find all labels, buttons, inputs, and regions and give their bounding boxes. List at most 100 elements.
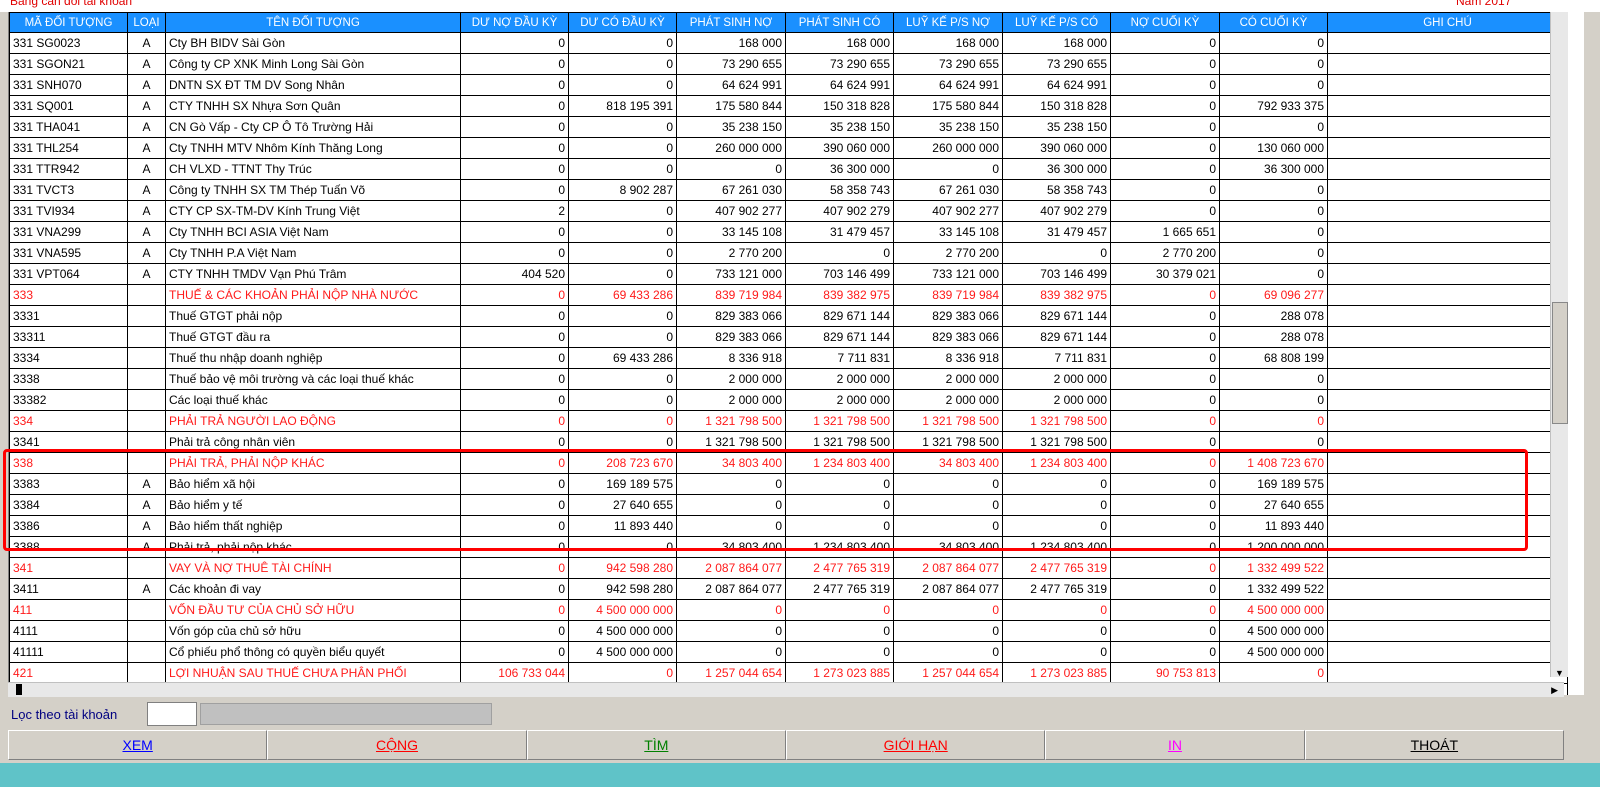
cell-amount: 168 000 [676, 32, 786, 54]
cell-code: 341 [9, 557, 128, 579]
cell-amount: 8 336 918 [676, 347, 786, 369]
table-row[interactable]: 331 VNA299 A Cty TNHH BCI ASIA Việt Nam 0 0 3… [9, 221, 1568, 243]
table-row[interactable]: 341 VAY VÀ NỢ THUÊ TÀI CHÍNH 0 942 598 280 2… [9, 557, 1568, 579]
table-row[interactable]: 331 THA041 A CN Gò Vấp - Cty CP Ô Tô Trườn… [9, 116, 1568, 138]
limit-button[interactable]: GIỚI HẠN [785, 730, 1046, 760]
column-header[interactable]: MÃ ĐỐI TƯỢNG [9, 12, 128, 33]
cell-name: VAY VÀ NỢ THUÊ TÀI CHÍNH [165, 557, 461, 579]
cell-amount: 829 383 066 [893, 305, 1003, 327]
column-header[interactable]: LUỸ KẾ P/S CÓ [1002, 12, 1111, 33]
horizontal-scroll-thumb[interactable] [16, 684, 22, 695]
table-row[interactable]: 33382 Các loại thuế khác 0 0 2 000 000 2 000 … [9, 389, 1568, 411]
cell-amount: 0 [568, 662, 677, 684]
cell-amount: 168 000 [893, 32, 1003, 54]
column-header[interactable]: DƯ CÓ ĐẦU KỲ [568, 12, 677, 33]
table-row[interactable]: 3388 A Phải trả, phải nộp khác 0 0 34 803 400… [9, 536, 1568, 558]
column-header[interactable]: DƯ NỢ ĐẦU KỲ [460, 12, 569, 33]
cell-note [1327, 347, 1568, 369]
table-row[interactable]: 331 THL254 A Cty TNHH MTV Nhôm Kính Thăng … [9, 137, 1568, 159]
cell-code: 331 VPT064 [9, 263, 128, 285]
column-header[interactable]: TÊN ĐỐI TƯỢNG [165, 12, 461, 33]
cell-amount: 0 [1110, 536, 1220, 558]
table-row[interactable]: 421 LỢI NHUẬN SAU THUẾ CHƯA PHÂN PHỐI 106 … [9, 662, 1568, 684]
view-button[interactable]: XEM [8, 730, 268, 760]
table-row[interactable]: 338 PHẢI TRẢ, PHẢI NỘP KHÁC 0 208 723 670 34… [9, 452, 1568, 474]
cell-amount: 1 321 798 500 [893, 431, 1003, 453]
table-row[interactable]: 3334 Thuế thu nhập doanh nghiệp 0 69 433 28… [9, 347, 1568, 369]
cell-note [1327, 221, 1568, 243]
table-row[interactable]: 411 VỐN ĐẦU TƯ CỦA CHỦ SỞ HỮU 0 4 500 000 0… [9, 599, 1568, 621]
table-row[interactable]: 3341 Phải trả công nhân viên 0 0 1 321 798 5… [9, 431, 1568, 453]
table-row[interactable]: 334 PHẢI TRẢ NGƯỜI LAO ĐỘNG 0 0 1 321 798 50… [9, 410, 1568, 432]
table-row[interactable]: 33311 Thuế GTGT đầu ra 0 0 829 383 066 829 67… [9, 326, 1568, 348]
column-header[interactable]: PHÁT SINH NỢ [676, 12, 786, 33]
cell-amount: 390 060 000 [1002, 137, 1111, 159]
column-header[interactable]: CÓ CUỐI KỲ [1219, 12, 1328, 33]
cell-amount: 36 300 000 [785, 158, 894, 180]
exit-button[interactable]: THOÁT [1304, 730, 1564, 760]
account-filter-input[interactable] [147, 702, 197, 726]
cell-amount: 8 902 287 [568, 179, 677, 201]
scroll-right-icon[interactable]: ▶ [1551, 683, 1558, 697]
column-header[interactable]: LUỸ KẾ P/S NỢ [893, 12, 1003, 33]
find-button[interactable]: TÌM [526, 730, 786, 760]
cell-name: Bảo hiểm y tế [165, 494, 461, 516]
cell-amount: 33 145 108 [893, 221, 1003, 243]
cell-amount: 0 [676, 158, 786, 180]
cell-note [1327, 536, 1568, 558]
print-button[interactable]: IN [1045, 730, 1305, 760]
table-row[interactable]: 3386 A Bảo hiểm thất nghiệp 0 11 893 440 0 0 0 0… [9, 515, 1568, 537]
cell-type: A [127, 200, 166, 222]
cell-type: A [127, 32, 166, 54]
account-grid[interactable]: MÃ ĐỐI TƯỢNG LOẠI TÊN ĐỐI TƯỢNG DƯ NỢ ĐẦU K… [8, 12, 1584, 695]
sum-button[interactable]: CỘNG [267, 730, 527, 760]
cell-amount: 0 [785, 515, 894, 537]
cell-amount: 829 671 144 [785, 305, 894, 327]
cell-amount: 2 087 864 077 [676, 557, 786, 579]
cell-note [1327, 431, 1568, 453]
table-row[interactable]: 331 SQ001 A CTY TNHH SX Nhựa Sơn Quân 0 818 … [9, 95, 1568, 117]
column-header[interactable]: NỢ CUỐI KỲ [1110, 12, 1220, 33]
table-row[interactable]: 331 TVI934 A CTY CP SX-TM-DV Kính Trung Vi… [9, 200, 1568, 222]
vertical-scroll-thumb[interactable] [1552, 302, 1568, 424]
table-row[interactable]: 3383 A Bảo hiểm xã hội 0 169 189 575 0 0 0 0 0 169… [9, 473, 1568, 495]
table-row[interactable]: 331 SGON21 A Công ty CP XNK Minh Long Sài … [9, 53, 1568, 75]
cell-amount: 839 382 975 [1002, 284, 1111, 306]
cell-type: A [127, 95, 166, 117]
table-row[interactable]: 331 SNH070 A DNTN SX ĐT TM DV Song Nhân 0 0 6… [9, 74, 1568, 96]
table-row[interactable]: 331 TVCT3 A Công ty TNHH SX TM Thép Tuấn V… [9, 179, 1568, 201]
cell-amount: 1 332 499 522 [1219, 578, 1328, 600]
vertical-scrollbar[interactable]: ▼ [1550, 12, 1568, 680]
column-header[interactable]: PHÁT SINH CÓ [785, 12, 894, 33]
table-row[interactable]: 41111 Cổ phiếu phổ thông có quyền biểu qu… [9, 641, 1568, 663]
column-header[interactable]: GHI CHÚ [1327, 12, 1568, 33]
table-row[interactable]: 3411 A Các khoản đi vay 0 942 598 280 2 087 8… [9, 578, 1568, 600]
cell-amount: 31 479 457 [1002, 221, 1111, 243]
cell-amount: 2 477 765 319 [785, 578, 894, 600]
cell-amount: 8 336 918 [893, 347, 1003, 369]
cell-amount: 0 [568, 200, 677, 222]
horizontal-scrollbar[interactable]: ▶ [8, 682, 1564, 697]
column-header[interactable]: LOẠI [127, 12, 166, 33]
table-row[interactable]: 3384 A Bảo hiểm y tế 0 27 640 655 0 0 0 0 0 27 640… [9, 494, 1568, 516]
cell-amount: 2 087 864 077 [676, 578, 786, 600]
cell-note [1327, 179, 1568, 201]
cell-amount: 4 500 000 000 [1219, 620, 1328, 642]
cell-note [1327, 242, 1568, 264]
cell-name: Thuế GTGT phải nộp [165, 305, 461, 327]
table-row[interactable]: 333 THUẾ & CÁC KHOẢN PHẢI NỘP NHÀ NƯỚC 0 69… [9, 284, 1568, 306]
table-row[interactable]: 3338 Thuế bảo vệ môi trường và các loại t… [9, 368, 1568, 390]
table-row[interactable]: 4111 Vốn góp của chủ sở hữu 0 4 500 000 000… [9, 620, 1568, 642]
table-row[interactable]: 331 VNA595 A Cty TNHH P.A Việt Nam 0 0 2 770 … [9, 242, 1568, 264]
table-row[interactable]: 3331 Thuế GTGT phải nộp 0 0 829 383 066 829 6… [9, 305, 1568, 327]
cell-code: 41111 [9, 641, 128, 663]
scroll-down-icon[interactable]: ▼ [1553, 667, 1566, 680]
cell-amount: 168 000 [1002, 32, 1111, 54]
table-row[interactable]: 331 SG0023 A Cty BH BIDV Sài Gòn 0 0 168 000 1… [9, 32, 1568, 54]
cell-amount: 150 318 828 [785, 95, 894, 117]
cell-amount: 0 [676, 620, 786, 642]
cell-amount: 1 257 044 654 [676, 662, 786, 684]
cell-amount: 0 [1110, 284, 1220, 306]
table-row[interactable]: 331 VPT064 A CTY TNHH TMDV Vạn Phú Trâm 404… [9, 263, 1568, 285]
table-row[interactable]: 331 TTR942 A CH VLXD - TTNT Thy Trúc 0 0 0 36 … [9, 158, 1568, 180]
